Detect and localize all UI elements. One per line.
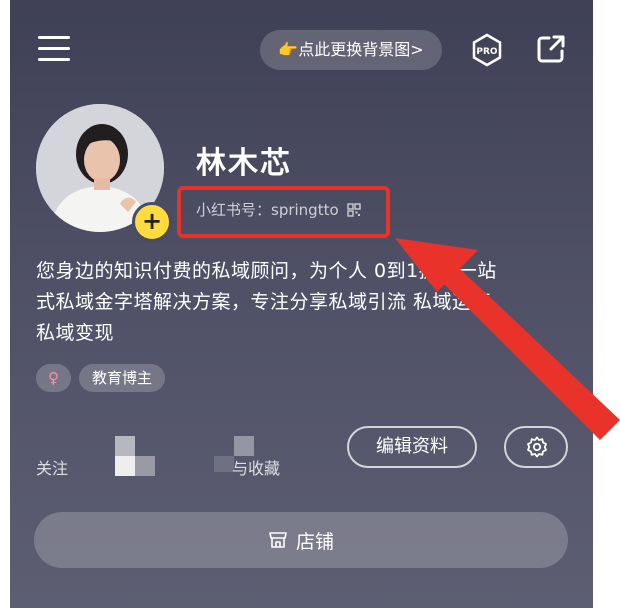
mosaic-block [115,456,135,476]
pro-badge-text: PRO [476,47,498,57]
shop-button[interactable]: 店铺 [34,512,568,568]
following-stat[interactable]: 关注 [36,455,68,479]
gender-tag: ♀ [36,364,71,392]
shop-label: 店铺 [295,530,334,553]
tag-list: ♀ 教育博主 [36,364,166,392]
mosaic-block [214,456,234,472]
gear-icon [527,436,547,458]
mosaic-block [234,436,254,456]
bio-line: 私域变现 [36,322,115,344]
add-avatar-button[interactable]: + [132,202,172,242]
avatar-container[interactable]: + [36,104,172,242]
bio-text: 您身边的知识付费的私域顾问，为个人 0到1提供一站 式私域金字塔解决方案，专注分… [36,256,576,349]
bio-line: 您身边的知识付费的私域顾问，为个人 0到1提供一站 [36,260,497,282]
hamburger-menu-icon[interactable] [38,36,70,64]
bio-line: 式私域金字塔解决方案，专注分享私域引流 私域运营， [36,291,511,313]
settings-button[interactable] [504,426,568,468]
profile-name: 林木芯 [196,146,292,181]
store-icon [269,532,287,548]
mosaic-block [135,456,155,476]
share-icon[interactable] [534,32,568,66]
pro-badge-icon[interactable]: PRO [470,33,504,67]
edit-profile-button[interactable]: 编辑资料 [347,426,477,468]
id-highlight-box [177,186,390,238]
mosaic-block [115,436,135,456]
tag-education-blogger[interactable]: 教育博主 [79,364,166,392]
change-background-button[interactable]: 👉点此更换背景图> [260,30,442,70]
profile-screen: 👉点此更换背景图> PRO + 林木芯 小红书号：springtto 您身边的知… [10,0,593,608]
likes-collections-stat[interactable]: 与收藏 [232,455,280,479]
